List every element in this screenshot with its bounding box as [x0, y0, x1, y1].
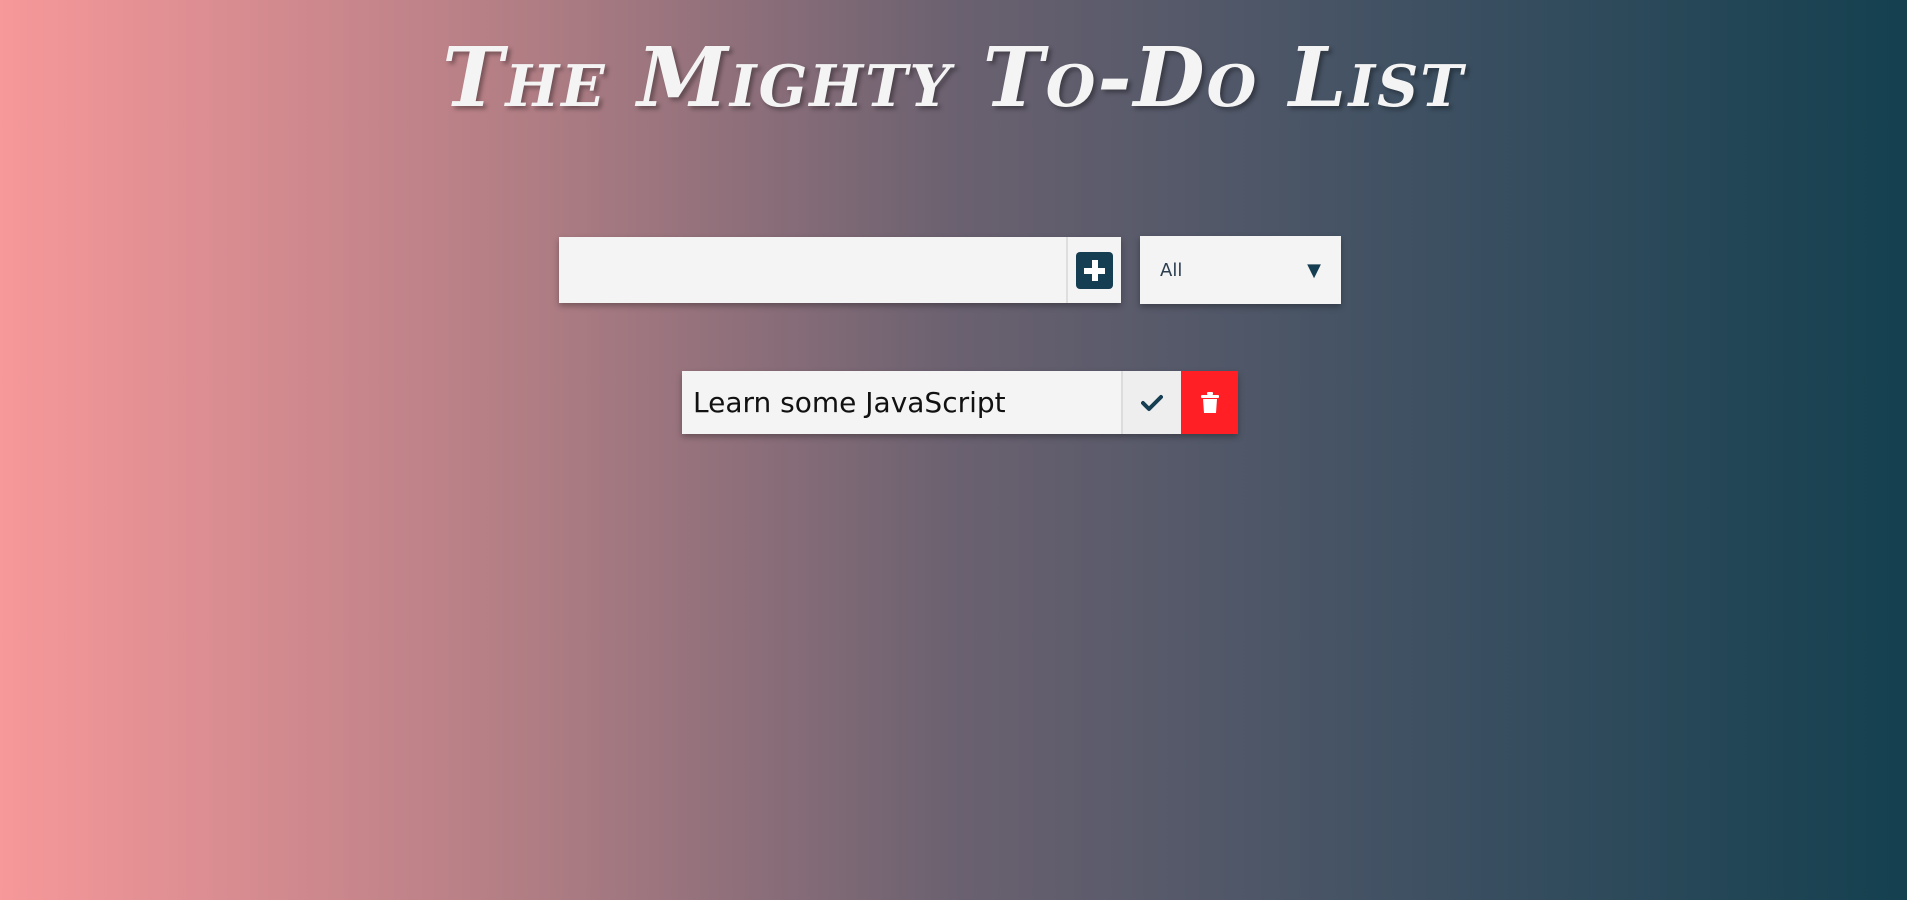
page-title: The Mighty To-Do List [442, 30, 1465, 126]
add-todo-form [559, 237, 1121, 303]
delete-button[interactable] [1181, 371, 1238, 434]
todo-input[interactable] [559, 237, 1066, 303]
trash-icon [1200, 391, 1219, 413]
todo-item: Learn some JavaScript [682, 371, 1238, 434]
triangle-down-icon: ▼ [1307, 259, 1321, 281]
complete-button[interactable] [1121, 371, 1181, 434]
filter-select[interactable]: All ▼ [1140, 236, 1341, 304]
check-icon [1141, 394, 1163, 411]
todo-text: Learn some JavaScript [693, 386, 1006, 419]
filter-selected-value: All [1160, 259, 1183, 281]
plus-square-icon [1076, 251, 1113, 289]
add-todo-button[interactable] [1066, 237, 1121, 303]
